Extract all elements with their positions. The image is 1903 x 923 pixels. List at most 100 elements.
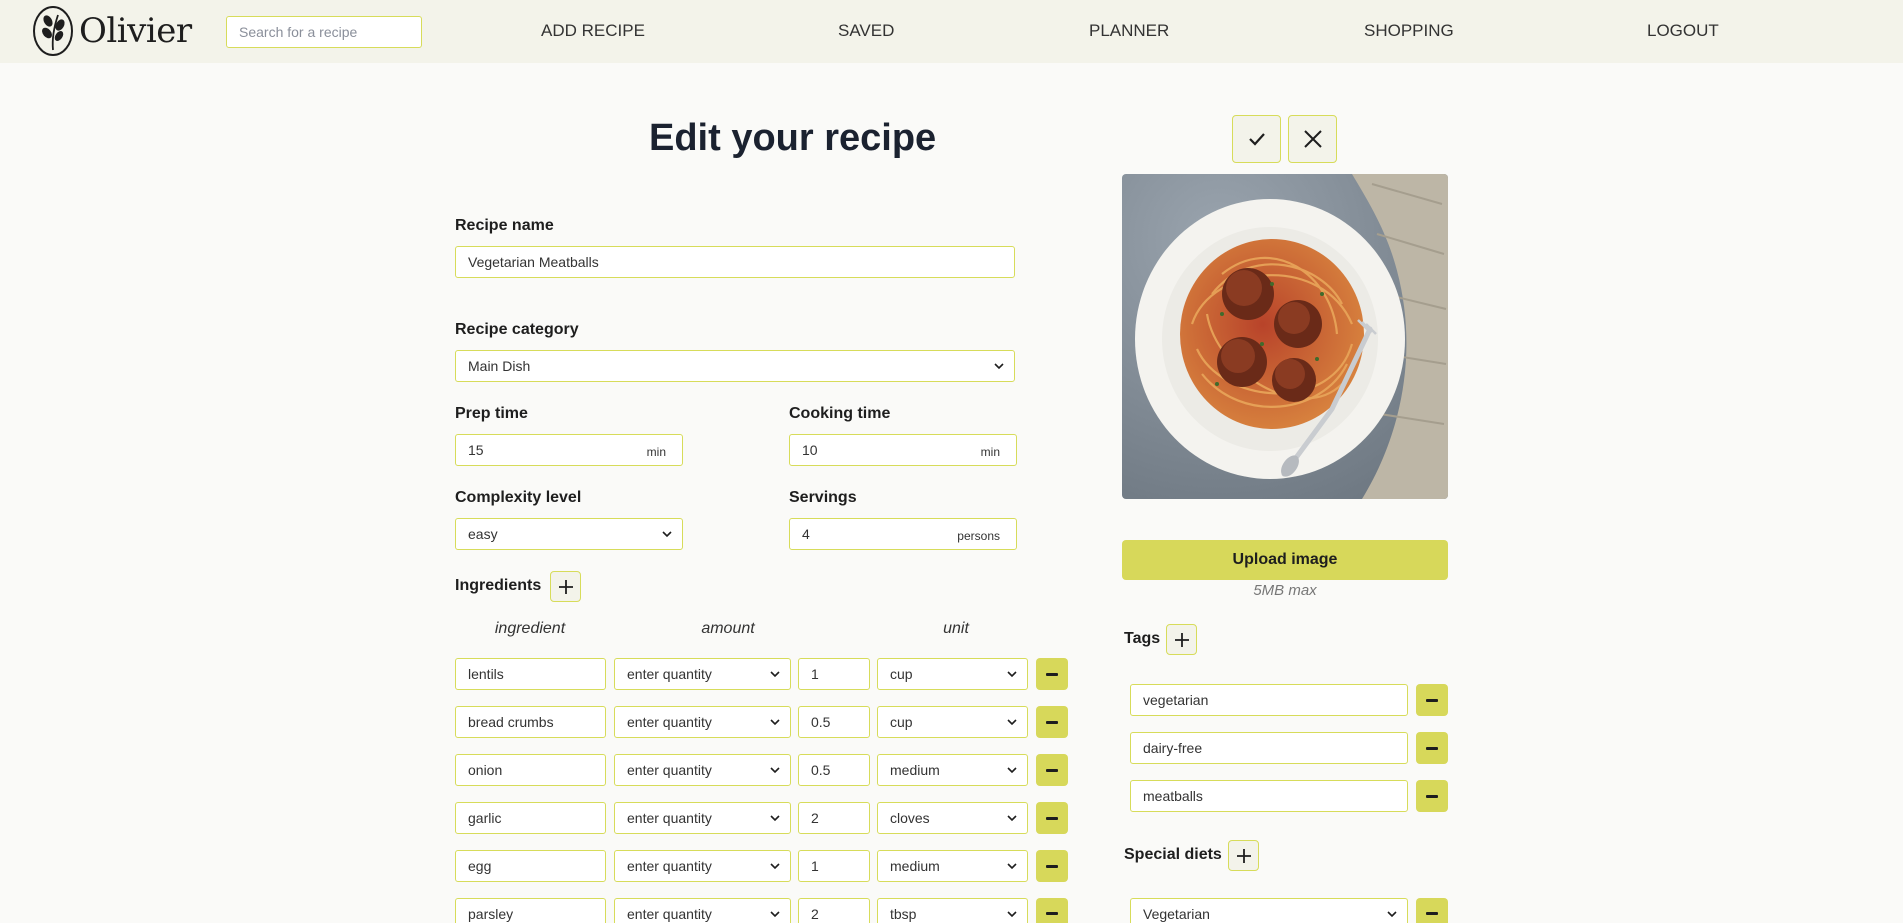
prep-time-input[interactable]: 15 min xyxy=(455,434,683,466)
nav-logout[interactable]: LOGOUT xyxy=(1647,21,1719,41)
amount-value: 1 xyxy=(811,858,819,874)
ingredient-name: bread crumbs xyxy=(468,714,554,730)
prep-time-unit: min xyxy=(646,445,666,459)
plus-icon xyxy=(1174,632,1189,647)
prep-time-value: 15 xyxy=(468,442,484,458)
quantity-mode-select[interactable]: enter quantity xyxy=(614,706,791,738)
ingredient-name: onion xyxy=(468,762,503,778)
nav-shopping[interactable]: SHOPPING xyxy=(1364,21,1454,41)
quantity-mode: enter quantity xyxy=(627,858,712,874)
quantity-mode: enter quantity xyxy=(627,906,712,922)
add-ingredient-button[interactable] xyxy=(550,571,581,602)
amount-input[interactable]: 2 xyxy=(798,898,870,923)
ingredient-name: garlic xyxy=(468,810,502,826)
chevron-down-icon xyxy=(1007,671,1017,678)
cancel-button[interactable] xyxy=(1288,115,1337,163)
search-input[interactable] xyxy=(226,16,422,48)
tag-input[interactable]: vegetarian xyxy=(1130,684,1408,716)
add-tag-button[interactable] xyxy=(1166,624,1197,655)
recipe-name-input[interactable]: Vegetarian Meatballs xyxy=(455,246,1015,278)
remove-ingredient-button[interactable] xyxy=(1036,706,1068,738)
ingredient-name-input[interactable]: parsley xyxy=(455,898,606,923)
chevron-down-icon xyxy=(770,863,780,870)
amount-input[interactable]: 1 xyxy=(798,658,870,690)
quantity-mode-select[interactable]: enter quantity xyxy=(614,658,791,690)
quantity-mode: enter quantity xyxy=(627,810,712,826)
special-diet-select[interactable]: Vegetarian xyxy=(1130,898,1408,923)
minus-icon xyxy=(1046,672,1058,676)
cooking-time-label: Cooking time xyxy=(789,405,891,422)
remove-tag-button[interactable] xyxy=(1416,684,1448,716)
unit-value: medium xyxy=(890,762,940,778)
chevron-down-icon xyxy=(1007,719,1017,726)
quantity-mode: enter quantity xyxy=(627,762,712,778)
unit-select[interactable]: medium xyxy=(877,754,1028,786)
minus-icon xyxy=(1426,912,1438,915)
servings-input[interactable]: 4 persons xyxy=(789,518,1017,550)
remove-ingredient-button[interactable] xyxy=(1036,754,1068,786)
upload-size-note: 5MB max xyxy=(1253,582,1317,599)
ingredient-name-input[interactable]: lentils xyxy=(455,658,606,690)
unit-value: cloves xyxy=(890,810,930,826)
unit-value: cup xyxy=(890,666,913,682)
col-unit-header: unit xyxy=(943,620,969,637)
spaghetti-meatballs-image xyxy=(1122,174,1448,499)
cooking-time-input[interactable]: 10 min xyxy=(789,434,1017,466)
chevron-down-icon xyxy=(1007,863,1017,870)
chevron-down-icon xyxy=(770,911,780,918)
quantity-mode-select[interactable]: enter quantity xyxy=(614,898,791,923)
remove-tag-button[interactable] xyxy=(1416,780,1448,812)
nav-add-recipe[interactable]: ADD RECIPE xyxy=(541,21,645,41)
amount-input[interactable]: 0.5 xyxy=(798,706,870,738)
remove-ingredient-button[interactable] xyxy=(1036,898,1068,923)
amount-input[interactable]: 1 xyxy=(798,850,870,882)
unit-value: tbsp xyxy=(890,906,917,922)
unit-select[interactable]: cup xyxy=(877,658,1028,690)
plus-icon xyxy=(558,579,573,594)
tag-input[interactable]: dairy-free xyxy=(1130,732,1408,764)
quantity-mode-select[interactable]: enter quantity xyxy=(614,754,791,786)
prep-time-label: Prep time xyxy=(455,405,528,422)
ingredient-name-input[interactable]: egg xyxy=(455,850,606,882)
remove-ingredient-button[interactable] xyxy=(1036,802,1068,834)
ingredient-name-input[interactable]: onion xyxy=(455,754,606,786)
complexity-value: easy xyxy=(468,526,498,542)
chevron-down-icon xyxy=(1007,911,1017,918)
ingredient-name: egg xyxy=(468,858,492,874)
quantity-mode-select[interactable]: enter quantity xyxy=(614,850,791,882)
recipe-category-label: Recipe category xyxy=(455,321,579,338)
remove-tag-button[interactable] xyxy=(1416,732,1448,764)
unit-select[interactable]: tbsp xyxy=(877,898,1028,923)
quantity-mode-select[interactable]: enter quantity xyxy=(614,802,791,834)
cooking-time-value: 10 xyxy=(802,442,818,458)
save-button[interactable] xyxy=(1232,115,1281,163)
ingredient-name-input[interactable]: garlic xyxy=(455,802,606,834)
chevron-down-icon xyxy=(1007,767,1017,774)
top-header: Olivier ADD RECIPE SAVED PLANNER SHOPPIN… xyxy=(0,0,1903,63)
remove-ingredient-button[interactable] xyxy=(1036,850,1068,882)
amount-value: 1 xyxy=(811,666,819,682)
remove-diet-button[interactable] xyxy=(1416,898,1448,923)
amount-value: 0.5 xyxy=(811,762,831,778)
ingredient-name-input[interactable]: bread crumbs xyxy=(455,706,606,738)
amount-value: 0.5 xyxy=(811,714,831,730)
add-diet-button[interactable] xyxy=(1228,840,1259,871)
complexity-select[interactable]: easy xyxy=(455,518,683,550)
chevron-down-icon xyxy=(770,719,780,726)
unit-select[interactable]: cup xyxy=(877,706,1028,738)
upload-image-button[interactable]: Upload image xyxy=(1122,540,1448,580)
remove-ingredient-button[interactable] xyxy=(1036,658,1068,690)
nav-saved[interactable]: SAVED xyxy=(838,21,894,41)
unit-select[interactable]: cloves xyxy=(877,802,1028,834)
amount-input[interactable]: 0.5 xyxy=(798,754,870,786)
logo[interactable]: Olivier xyxy=(32,5,192,57)
minus-icon xyxy=(1046,720,1058,724)
unit-select[interactable]: medium xyxy=(877,850,1028,882)
tag-input[interactable]: meatballs xyxy=(1130,780,1408,812)
nav-planner[interactable]: PLANNER xyxy=(1089,21,1169,41)
minus-icon xyxy=(1426,794,1438,798)
amount-value: 2 xyxy=(811,906,819,922)
amount-input[interactable]: 2 xyxy=(798,802,870,834)
recipe-category-select[interactable]: Main Dish xyxy=(455,350,1015,382)
unit-value: cup xyxy=(890,714,913,730)
